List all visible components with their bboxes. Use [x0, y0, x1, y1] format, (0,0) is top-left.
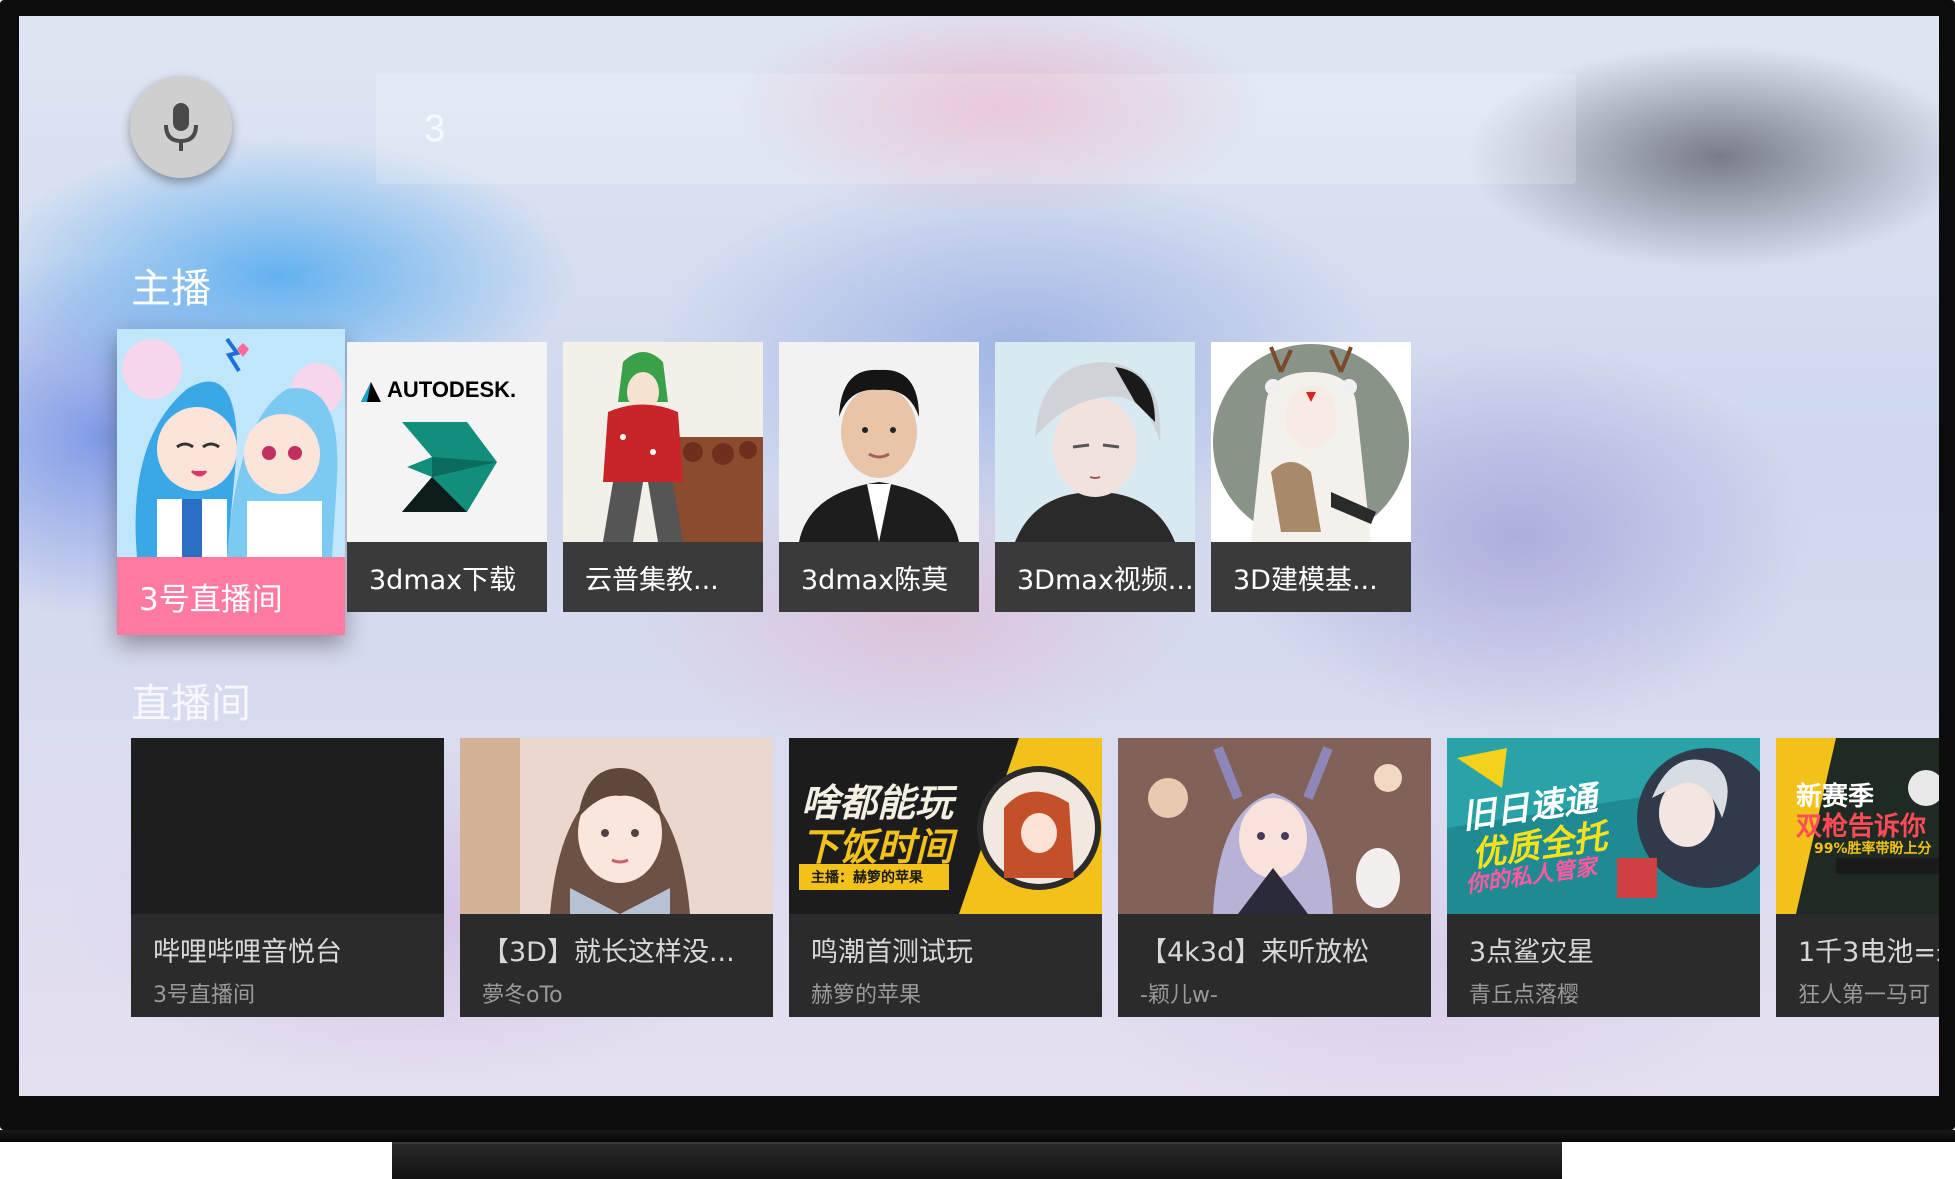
anchor-card[interactable]: AUTODESK. 3dmax下载: [347, 342, 547, 612]
room-streamer: 3号直播间: [153, 983, 255, 1008]
search-query-text: 3: [424, 107, 446, 150]
room-title: 鸣潮首测试玩: [811, 937, 973, 968]
anchor-card[interactable]: 3Dmax视频...: [995, 342, 1195, 612]
anchor-card[interactable]: 3dmax陈莫: [779, 342, 979, 612]
room-thumbnail: [1118, 738, 1431, 914]
room-title: 【3D】就长这样没...: [482, 937, 735, 968]
anchor-name: 3dmax陈莫: [801, 564, 949, 596]
banner-tag: 99%胜率带盼上分: [1814, 841, 1932, 857]
section-title-anchors: 主播: [131, 266, 211, 312]
tv-bezel-bottom: [0, 1130, 1955, 1142]
live-room-card[interactable]: 【4k3d】来听放松 -颖儿w-: [1118, 738, 1431, 1017]
room-thumbnail: [460, 738, 773, 914]
microphone-icon: [164, 103, 198, 151]
room-thumbnail: 啥都能玩 下饭时间 主播：赫箩的苹果: [789, 738, 1102, 914]
room-streamer: -颖儿w-: [1140, 983, 1218, 1008]
anchor-card[interactable]: 云普集教...: [563, 342, 763, 612]
autodesk-logo-text: AUTODESK.: [387, 377, 516, 402]
tv-stand: [392, 1142, 1562, 1179]
room-title: 1千3电池=永: [1798, 937, 1939, 968]
room-streamer: 青丘点落樱: [1469, 983, 1580, 1008]
sketch-person-avatar-icon: [563, 342, 763, 542]
live-room-card[interactable]: 哔哩哔哩音悦台 3号直播间: [131, 738, 444, 1017]
banner-line2: 下饭时间: [801, 825, 954, 869]
anchor-name: 3号直播间: [139, 581, 283, 618]
anchor-name: 3Dmax视频...: [1017, 564, 1194, 596]
tv-screen: 3 主播 3号直播间 AUTODESK. 3dmax下载 云普集教... 3dm…: [19, 16, 1939, 1096]
room-title: 【4k3d】来听放松: [1140, 937, 1370, 968]
room-thumbnail: 新赛季 双枪告诉你 99%胜率带盼上分: [1776, 738, 1939, 914]
anime-boy-avatar-icon: [995, 342, 1195, 542]
portrait-man-avatar-icon: [779, 342, 979, 542]
anchor-card[interactable]: 3D建模基...: [1211, 342, 1411, 612]
live-room-card[interactable]: 【3D】就长这样没... 夢冬oTo: [460, 738, 773, 1017]
room-title: 3点鲨灾星: [1469, 937, 1595, 968]
search-input[interactable]: 3: [376, 74, 1576, 184]
anchor-name: 3D建模基...: [1233, 564, 1378, 596]
room-streamer: 狂人第一马可: [1798, 983, 1931, 1008]
live-room-card[interactable]: 啥都能玩 下饭时间 主播：赫箩的苹果 鸣潮首测试玩 赫箩的苹果: [789, 738, 1102, 1017]
live-room-card[interactable]: 旧日速通 优质全托 你的私人管家 3点鲨灾星 青丘点落樱: [1447, 738, 1760, 1017]
room-streamer: 赫箩的苹果: [811, 983, 922, 1008]
section-title-live-rooms: 直播间: [131, 681, 251, 727]
banner-tag: 主播：赫箩的苹果: [811, 870, 923, 886]
anime-avatar-twins-icon: [117, 329, 345, 557]
room-title: 哔哩哔哩音悦台: [153, 937, 342, 968]
voice-search-button[interactable]: [130, 76, 232, 178]
live-room-card[interactable]: 新赛季 双枪告诉你 99%胜率带盼上分 1千3电池=永 狂人第一马可: [1776, 738, 1939, 1017]
room-thumbnail: 旧日速通 优质全托 你的私人管家: [1447, 738, 1760, 914]
room-streamer: 夢冬oTo: [482, 983, 563, 1008]
anchor-name: 3dmax下载: [369, 564, 517, 596]
anchor-card[interactable]: 3号直播间: [117, 329, 345, 635]
anchor-name: 云普集教...: [585, 564, 719, 596]
room-thumbnail: [131, 738, 444, 914]
autodesk-3dsmax-logo-icon: AUTODESK.: [347, 342, 547, 542]
anime-deer-girl-avatar-icon: [1211, 342, 1411, 542]
